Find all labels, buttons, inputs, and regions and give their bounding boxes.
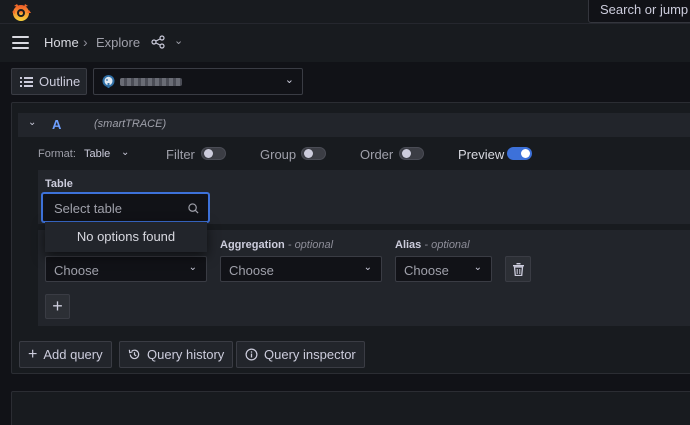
datasource-name-redacted <box>120 78 182 86</box>
alias-label: Alias - optional <box>395 239 470 251</box>
column-select[interactable]: Choose ⌄ <box>45 256 207 282</box>
preview-toggle[interactable] <box>507 147 532 160</box>
search-input[interactable]: Search or jump to... <box>588 0 690 23</box>
collapse-chevron-icon[interactable]: ⌄ <box>28 117 36 128</box>
datasource-picker[interactable]: ⌄ <box>93 68 303 95</box>
query-inspector-button[interactable]: Query inspector <box>236 341 365 368</box>
no-options-message: No options found <box>76 229 176 244</box>
filter-toggle[interactable] <box>201 147 226 160</box>
chevron-down-icon: ⌄ <box>473 262 482 273</box>
chevron-down-icon: ⌄ <box>284 74 294 86</box>
hamburger-menu-icon[interactable] <box>12 36 29 49</box>
outline-button[interactable]: Outline <box>11 68 87 95</box>
add-column-button[interactable]: + <box>45 294 70 319</box>
postgres-elephant-icon <box>101 74 116 92</box>
query-datasource-tag: (smartTRACE) <box>94 118 167 130</box>
history-icon <box>128 349 140 360</box>
delete-column-button[interactable] <box>505 256 531 282</box>
preview-toggle-label: Preview <box>458 147 505 162</box>
search-placeholder: Search or jump to... <box>600 2 690 17</box>
breadcrumb-explore: Explore <box>96 35 141 50</box>
plus-icon: + <box>28 345 38 363</box>
outline-list-icon <box>20 76 33 87</box>
order-toggle[interactable] <box>399 147 424 160</box>
query-history-button[interactable]: Query history <box>119 341 234 368</box>
grafana-logo-icon[interactable] <box>10 1 32 23</box>
results-panel <box>11 391 690 425</box>
format-label: Format: <box>38 148 76 160</box>
group-toggle[interactable] <box>301 147 326 160</box>
info-circle-icon <box>245 348 258 361</box>
outline-label: Outline <box>39 74 81 89</box>
table-label: Table <box>45 178 73 190</box>
table-options-dropdown: No options found <box>45 222 207 252</box>
search-icon <box>188 202 199 217</box>
top-bar <box>0 0 690 24</box>
add-query-button[interactable]: + Add query <box>19 341 112 368</box>
aggregation-select[interactable]: Choose ⌄ <box>220 256 382 282</box>
breadcrumb-home[interactable]: Home <box>44 35 79 50</box>
breadcrumb-separator: › <box>83 34 88 50</box>
table-select-input[interactable]: Select table <box>42 193 209 222</box>
plus-icon: + <box>52 296 63 316</box>
format-select[interactable]: Table <box>84 148 110 160</box>
alias-select[interactable]: Choose ⌄ <box>395 256 492 282</box>
filter-toggle-label: Filter <box>166 147 195 162</box>
table-placeholder: Select table <box>54 201 122 216</box>
chevron-down-icon: ⌄ <box>363 262 372 273</box>
order-toggle-label: Order <box>360 147 394 162</box>
aggregation-label: Aggregation - optional <box>220 239 334 251</box>
share-icon[interactable] <box>151 35 165 52</box>
share-dropdown-chevron-icon[interactable]: ⌄ <box>174 34 183 47</box>
group-toggle-label: Group <box>260 147 297 162</box>
query-ref-id[interactable]: A <box>52 117 61 132</box>
trash-icon <box>513 263 524 276</box>
format-chevron-icon[interactable]: ⌄ <box>121 147 129 158</box>
chevron-down-icon: ⌄ <box>188 262 197 273</box>
